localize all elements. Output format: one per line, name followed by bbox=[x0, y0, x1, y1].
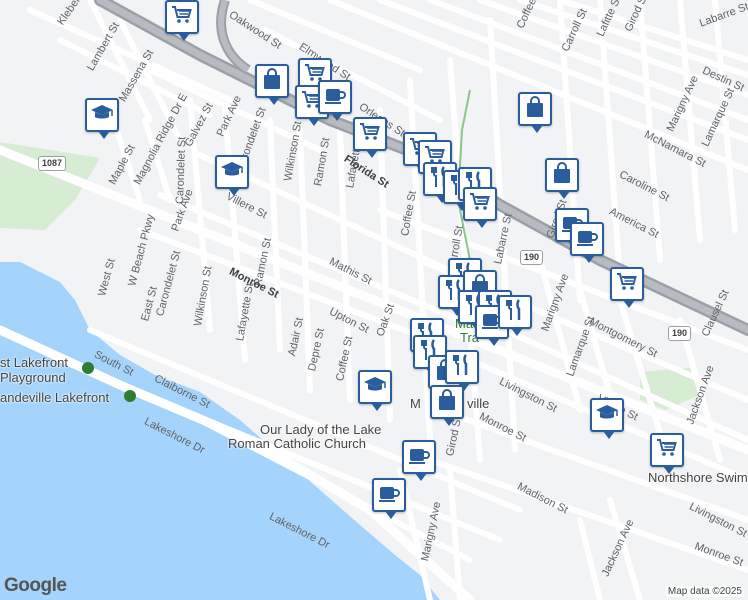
poi-pin-cart[interactable] bbox=[650, 433, 684, 474]
poi-pin-fork[interactable] bbox=[445, 350, 479, 391]
poi-pin-bag[interactable] bbox=[518, 92, 552, 133]
route-shield: 190 bbox=[520, 250, 544, 265]
place-label[interactable]: Our Lady of the Lake bbox=[260, 422, 381, 437]
cup-icon bbox=[323, 83, 347, 112]
poi-pin-school[interactable] bbox=[215, 155, 249, 196]
cart-icon bbox=[468, 190, 492, 219]
poi-pin-bag[interactable] bbox=[430, 385, 464, 426]
map-attribution: Map data ©2025 bbox=[665, 586, 744, 597]
map-canvas[interactable]: Kleber St Lambert St Massena St Oakwood … bbox=[0, 0, 748, 600]
cart-icon bbox=[655, 436, 679, 465]
cup-icon bbox=[407, 443, 431, 472]
place-label[interactable]: Playground bbox=[0, 370, 66, 385]
poi-pin-school[interactable] bbox=[590, 398, 624, 439]
google-logo: Google bbox=[4, 575, 67, 596]
school-icon bbox=[220, 158, 244, 187]
poi-pin-cart[interactable] bbox=[463, 187, 497, 228]
bag-icon bbox=[523, 95, 547, 124]
bag-icon bbox=[435, 388, 459, 417]
park-icon bbox=[82, 362, 94, 374]
route-shield: 190 bbox=[668, 326, 692, 341]
poi-pin-cup[interactable] bbox=[318, 80, 352, 121]
place-label[interactable]: andeville Lakefront bbox=[0, 390, 109, 405]
cart-icon bbox=[615, 270, 639, 299]
bag-icon bbox=[260, 67, 284, 96]
place-label[interactable]: Roman Catholic Church bbox=[228, 436, 366, 451]
poi-pin-school[interactable] bbox=[85, 98, 119, 139]
cup-icon bbox=[377, 481, 401, 510]
cart-icon bbox=[358, 120, 382, 149]
place-label[interactable]: ville bbox=[467, 396, 489, 411]
poi-pin-cart[interactable] bbox=[610, 267, 644, 308]
school-icon bbox=[595, 401, 619, 430]
poi-pin-fork[interactable] bbox=[498, 295, 532, 336]
poi-pin-cup[interactable] bbox=[570, 222, 604, 263]
cup-icon bbox=[575, 225, 599, 254]
school-icon bbox=[90, 101, 114, 130]
fork-icon bbox=[503, 298, 527, 327]
poi-pin-school[interactable] bbox=[358, 370, 392, 411]
bag-icon bbox=[550, 161, 574, 190]
place-label[interactable]: M bbox=[410, 396, 421, 411]
poi-pin-cup[interactable] bbox=[372, 478, 406, 519]
school-icon bbox=[363, 373, 387, 402]
place-label[interactable]: st Lakefront bbox=[0, 355, 68, 370]
poi-pin-bag[interactable] bbox=[255, 64, 289, 105]
cart-icon bbox=[170, 3, 194, 32]
poi-pin-cart[interactable] bbox=[353, 117, 387, 158]
fork-icon bbox=[450, 353, 474, 382]
poi-pin-bag[interactable] bbox=[545, 158, 579, 199]
poi-pin-cart[interactable] bbox=[165, 0, 199, 41]
poi-pin-cup[interactable] bbox=[402, 440, 436, 481]
route-shield: 1087 bbox=[38, 156, 67, 171]
park-icon bbox=[124, 390, 136, 402]
